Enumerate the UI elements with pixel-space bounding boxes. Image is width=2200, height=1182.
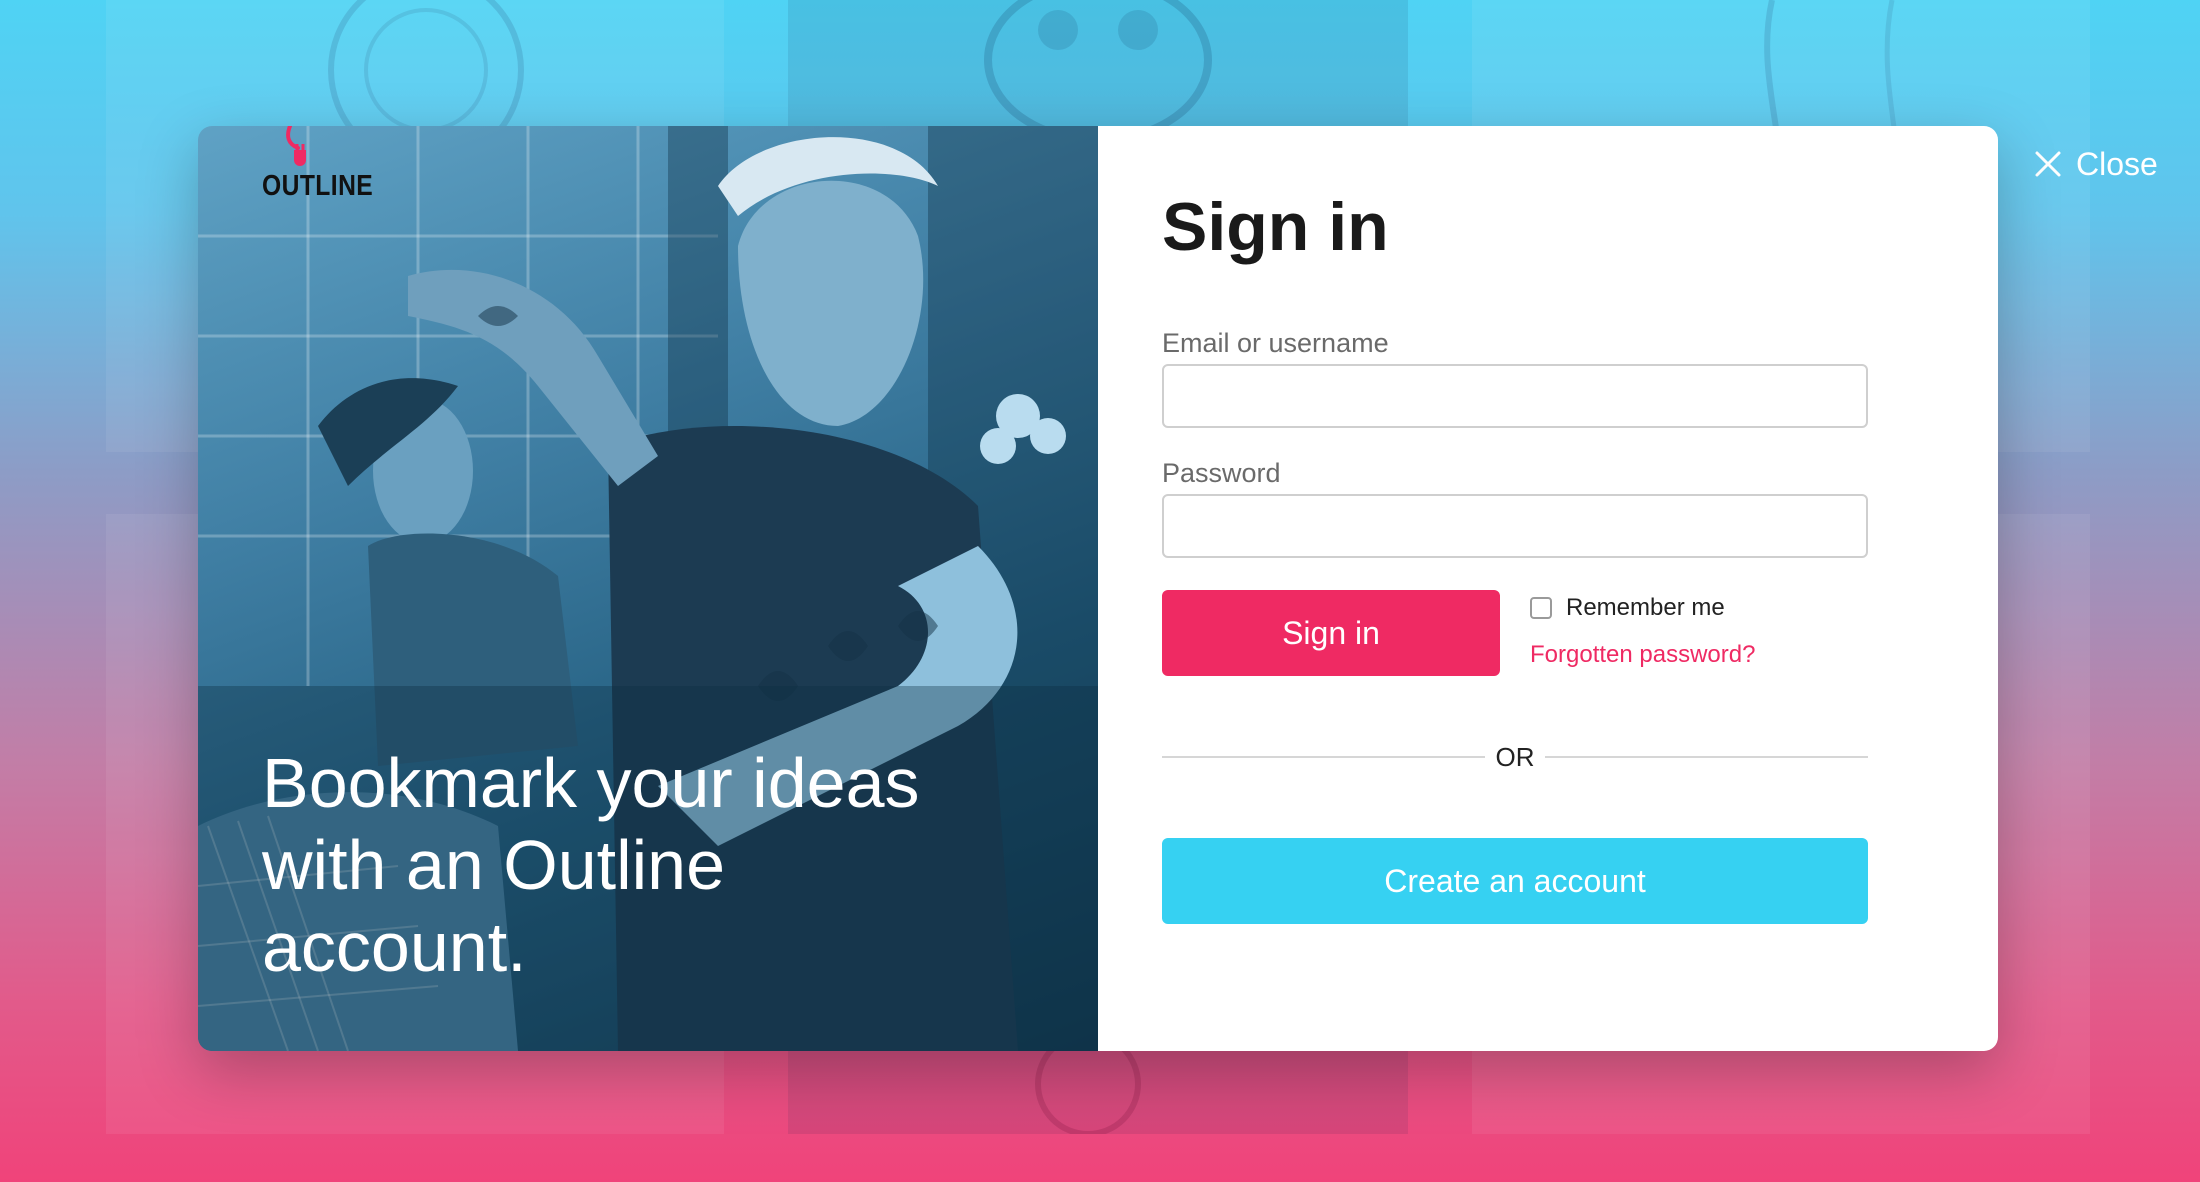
signin-modal: OUTLINE Bookmark your ideas with an Outl… bbox=[198, 126, 1998, 1051]
divider-left bbox=[1162, 756, 1485, 758]
hero-panel: OUTLINE Bookmark your ideas with an Outl… bbox=[198, 126, 1098, 1051]
page-title: Sign in bbox=[1162, 189, 1389, 265]
password-field[interactable] bbox=[1162, 494, 1868, 558]
divider-right bbox=[1545, 756, 1868, 758]
close-icon bbox=[2035, 151, 2061, 177]
close-button[interactable]: Close bbox=[2034, 143, 2158, 185]
signin-form-panel: Sign in Email or username Password Sign … bbox=[1098, 126, 1998, 1051]
outline-logo[interactable]: OUTLINE bbox=[262, 126, 374, 206]
create-account-button[interactable]: Create an account bbox=[1162, 838, 1868, 924]
signin-button[interactable]: Sign in bbox=[1162, 590, 1500, 676]
remember-me[interactable]: Remember me bbox=[1530, 594, 1725, 622]
password-label: Password bbox=[1162, 458, 1281, 488]
forgot-password-link[interactable]: Forgotten password? bbox=[1530, 641, 1755, 669]
close-label: Close bbox=[2076, 145, 2158, 182]
remember-checkbox[interactable] bbox=[1530, 597, 1552, 619]
or-separator: OR bbox=[1495, 742, 1535, 772]
email-field[interactable] bbox=[1162, 364, 1868, 428]
email-label: Email or username bbox=[1162, 328, 1389, 358]
logo-wordmark: OUTLINE bbox=[262, 170, 374, 202]
plug-icon bbox=[286, 126, 306, 166]
hero-headline: Bookmark your ideas with an Outline acco… bbox=[262, 744, 920, 986]
remember-label: Remember me bbox=[1566, 594, 1725, 621]
